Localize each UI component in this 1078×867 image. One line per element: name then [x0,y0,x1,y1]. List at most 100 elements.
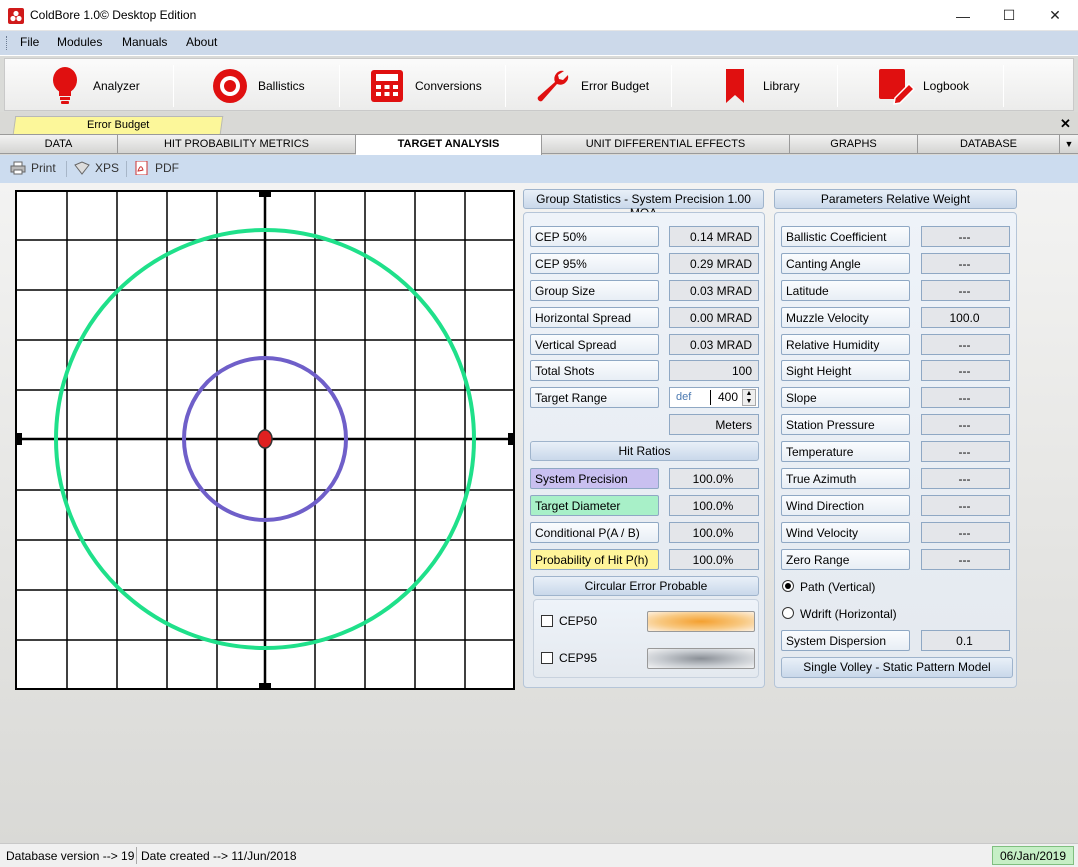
group-size-label: Group Size [530,280,659,301]
logbook-label: Logbook [923,78,970,93]
path-vertical-label: Path (Vertical) [800,580,876,594]
probability-of-hit-label: Probability of Hit P(h) [530,549,659,570]
param-station-pressure-value: --- [921,414,1010,435]
param-relative-humidity-value: --- [921,334,1010,355]
bulb-icon [45,66,85,106]
cep95-label: CEP 95% [530,253,659,274]
database-version: Database version --> 19 [6,849,135,863]
title-bar: ColdBore 1.0© Desktop Edition — ☐ ✕ [0,0,1078,31]
param-latitude-value: --- [921,280,1010,301]
tab-hit-probability-metrics[interactable]: HIT PROBABILITY METRICS [118,135,356,154]
tabs-overflow-chevron-icon[interactable]: ▼ [1060,135,1078,154]
system-dispersion-value: 0.1 [921,630,1010,651]
wrench-icon [533,66,573,106]
group-size-value: 0.03 MRAD [669,280,759,301]
error-budget-label: Error Budget [581,78,650,93]
cep-header: Circular Error Probable [533,576,759,596]
menu-about[interactable]: About [186,35,217,49]
param-temperature-value: --- [921,441,1010,462]
error-budget-tab[interactable]: Error Budget [12,116,224,134]
app-logo-icon [8,8,24,24]
target-plot [15,190,515,690]
bookmark-icon [715,66,755,106]
target-grid-svg [17,192,513,688]
analyzer-label: Analyzer [93,78,140,93]
conversions-button[interactable]: Conversions [367,59,482,112]
target-range-label: Target Range [530,387,659,408]
parameters-header: Parameters Relative Weight [774,189,1017,209]
param-sight-height-label: Sight Height [781,360,910,381]
total-shots-value: 100 [669,360,759,381]
pdf-button[interactable]: PDF [134,161,179,175]
menu-grip [6,36,9,50]
shot-group-dot [257,429,273,449]
xps-button[interactable]: XPS [74,161,119,175]
printer-icon [10,161,26,175]
wdrift-horizontal-label: Wdrift (Horizontal) [800,607,897,621]
cep95-value: 0.29 MRAD [669,253,759,274]
module-toolbar: Analyzer Ballistics Conversions Error Bu… [0,55,1078,112]
param-slope-label: Slope [781,387,910,408]
param-muzzle-velocity-label: Muzzle Velocity [781,307,910,328]
tab-graphs[interactable]: GRAPHS [790,135,918,154]
stepper-arrows-icon[interactable]: ▲ ▼ [742,389,756,406]
param-sight-height-value: --- [921,360,1010,381]
menu-modules[interactable]: Modules [57,35,102,49]
param-relative-humidity-label: Relative Humidity [781,334,910,355]
close-tab-icon[interactable]: ✕ [1060,116,1071,132]
maximize-button[interactable]: ☐ [986,0,1032,31]
cep50-color-swatch[interactable] [647,611,755,632]
cep95-color-swatch[interactable] [647,648,755,669]
cep95-checkbox[interactable] [541,652,553,664]
date-created: Date created --> 11/Jun/2018 [141,849,297,863]
calculator-icon [367,66,407,106]
target-range-def[interactable]: def [676,391,691,403]
path-vertical-radio[interactable] [782,580,794,592]
export-toolbar: Print XPS PDF [0,155,1078,183]
notebook-pencil-icon [875,66,915,106]
param-ballistic-coefficient-label: Ballistic Coefficient [781,226,910,247]
xps-document-icon [74,161,90,175]
cep50-value: 0.14 MRAD [669,226,759,247]
target-diameter-label: Target Diameter [530,495,659,516]
system-dispersion-label: System Dispersion [781,630,910,651]
target-range-unit: Meters [669,414,759,435]
ballistics-button[interactable]: Ballistics [210,59,305,112]
menu-manuals[interactable]: Manuals [122,35,167,49]
current-date: 06/Jan/2019 [992,846,1074,865]
param-wind-direction-label: Wind Direction [781,495,910,516]
cep50-checkbox[interactable] [541,615,553,627]
tab-target-analysis[interactable]: TARGET ANALYSIS [356,135,542,155]
vertical-spread-label: Vertical Spread [530,334,659,355]
menu-file[interactable]: File [20,35,39,49]
probability-of-hit-value: 100.0% [669,549,759,570]
print-button[interactable]: Print [10,161,56,175]
logbook-button[interactable]: Logbook [875,59,969,112]
ballistics-label: Ballistics [258,78,305,93]
horizontal-spread-label: Horizontal Spread [530,307,659,328]
tab-database[interactable]: DATABASE [918,135,1060,154]
tab-data[interactable]: DATA [0,135,118,154]
target-range-input[interactable]: 400 [718,390,738,404]
close-window-button[interactable]: ✕ [1032,0,1078,31]
error-budget-button[interactable]: Error Budget [533,59,649,112]
pdf-document-icon [135,161,148,175]
analyzer-button[interactable]: Analyzer [45,59,140,112]
hit-ratios-header: Hit Ratios [530,441,759,461]
target-range-stepper[interactable]: def 400 ▲ ▼ [669,387,759,408]
param-latitude-label: Latitude [781,280,910,301]
tab-unit-differential-effects[interactable]: UNIT DIFFERENTIAL EFFECTS [542,135,790,154]
target-icon [210,66,250,106]
param-canting-angle-label: Canting Angle [781,253,910,274]
window-title: ColdBore 1.0© Desktop Edition [30,8,197,22]
static-pattern-model-button[interactable]: Single Volley - Static Pattern Model [781,657,1013,678]
conditional-p-label: Conditional P(A / B) [530,522,659,543]
param-temperature-label: Temperature [781,441,910,462]
wdrift-horizontal-radio[interactable] [782,607,794,619]
library-button[interactable]: Library [715,59,800,112]
system-precision-label: System Precision [530,468,659,489]
minimize-button[interactable]: — [940,0,986,31]
group-statistics-header: Group Statistics - System Precision 1.00… [523,189,764,220]
param-muzzle-velocity-value: 100.0 [921,307,1010,328]
conditional-p-value: 100.0% [669,522,759,543]
